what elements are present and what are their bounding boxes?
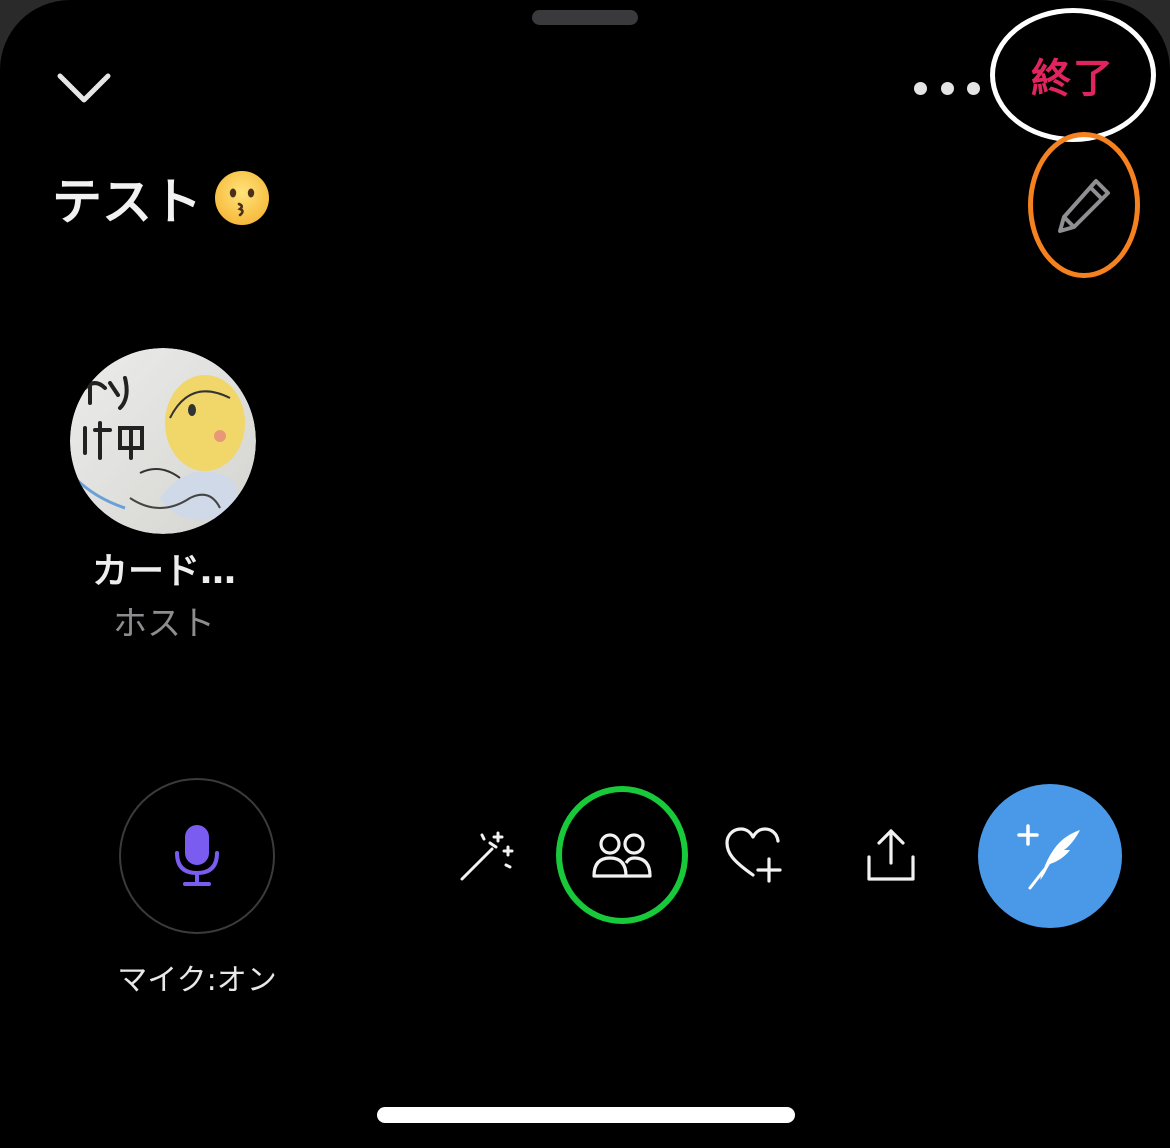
compose-tweet-icon [1017, 824, 1080, 890]
compose-tweet-button[interactable] [978, 784, 1122, 928]
host-name: カード… [91, 551, 236, 592]
kissing-face-emoji-icon [215, 171, 269, 225]
people-icon [592, 833, 652, 878]
end-space-button[interactable]: 終了 [990, 8, 1156, 142]
magic-wand-icon [460, 831, 514, 881]
effects-button[interactable] [452, 824, 518, 888]
host-role-label: ホスト [113, 604, 215, 644]
microphone-icon [175, 825, 219, 886]
avatar [70, 348, 256, 534]
collapse-button[interactable] [52, 62, 116, 114]
share-button[interactable] [858, 824, 924, 886]
chevron-down-icon [57, 73, 111, 103]
mic-toggle-button[interactable] [119, 778, 275, 934]
react-button[interactable] [722, 824, 788, 886]
edit-title-button[interactable] [1028, 132, 1140, 278]
end-space-label: 終了 [1031, 56, 1115, 102]
space-sheet: 終了 テスト カード… ホスト マイク:オン [0, 0, 1170, 1148]
heart-plus-icon [725, 827, 782, 883]
share-icon [867, 829, 915, 881]
sheet-grabber[interactable] [532, 10, 638, 25]
space-title: テスト [52, 162, 270, 234]
pencil-icon [1058, 179, 1110, 233]
more-options-button[interactable] [914, 70, 980, 106]
host-speaker[interactable]: カード… ホスト [70, 348, 258, 645]
home-indicator[interactable] [377, 1107, 795, 1123]
participants-button[interactable] [588, 826, 656, 886]
space-title-text: テスト [52, 173, 202, 231]
ellipsis-icon [914, 81, 927, 95]
mic-status-label: マイク:オン [117, 963, 277, 998]
